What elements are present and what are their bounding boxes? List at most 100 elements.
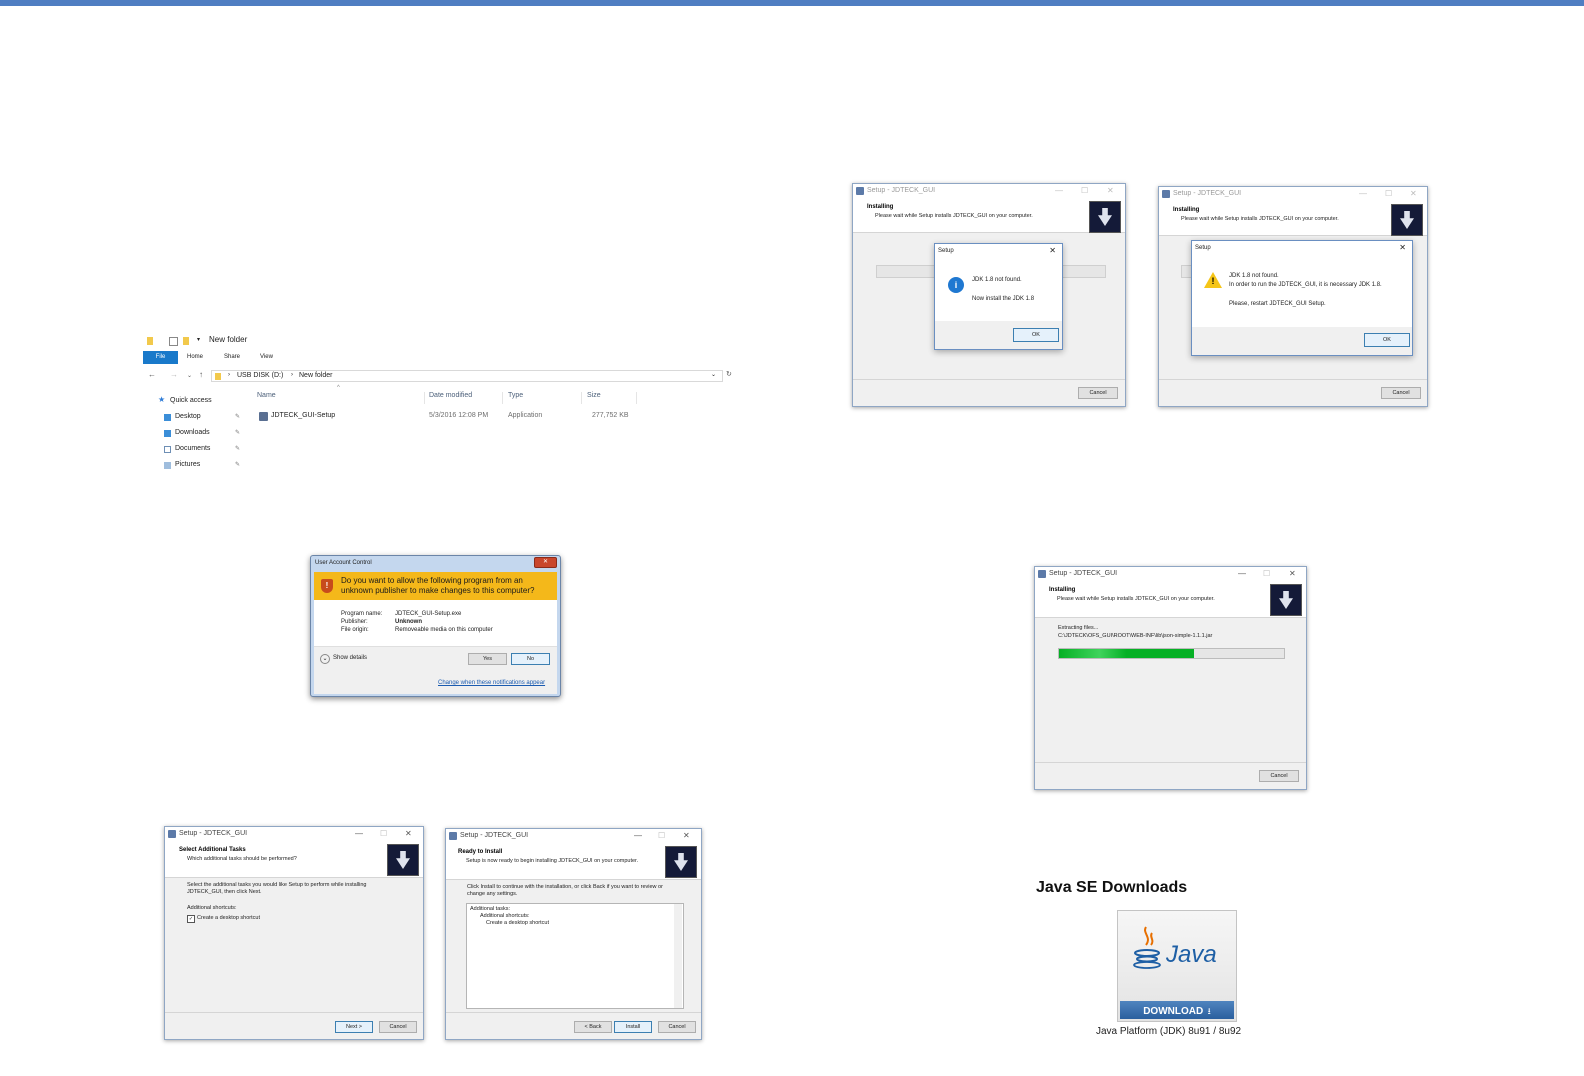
column-name[interactable]: Name — [257, 392, 276, 399]
summary-box[interactable]: Additional tasks: Additional shortcuts: … — [466, 903, 684, 1009]
wizard-subheading: Setup is now ready to begin installing J… — [466, 858, 639, 864]
minimize-icon[interactable]: — — [355, 827, 363, 841]
column-type[interactable]: Type — [508, 392, 523, 399]
column-date[interactable]: Date modified — [429, 392, 472, 399]
download-label: DOWNLOAD — [1143, 1006, 1204, 1017]
file-row[interactable]: JDTECK_GUI-Setup 5/3/2016 12:08 PM Appli… — [255, 411, 739, 423]
properties-icon[interactable] — [169, 337, 178, 346]
close-icon[interactable]: ✕ — [683, 829, 690, 843]
cancel-button[interactable]: Cancel — [379, 1021, 417, 1033]
show-details-toggle[interactable]: ⌄ Show details — [320, 654, 380, 664]
downloads-folder-icon — [164, 430, 171, 437]
summary-line-1: Additional tasks: — [470, 906, 511, 912]
pin-icon[interactable]: ✎ — [235, 429, 240, 436]
wizard-heading: Installing — [1049, 587, 1076, 593]
cancel-button[interactable]: Cancel — [1381, 387, 1421, 399]
ok-button[interactable]: OK — [1013, 328, 1059, 342]
forward-arrow-icon[interactable]: → — [170, 370, 178, 379]
cancel-button[interactable]: Cancel — [1078, 387, 1118, 399]
info-line-2: Now install the JDK 1.8 — [972, 296, 1035, 302]
up-arrow-icon[interactable]: ↑ — [199, 370, 203, 379]
minimize-icon[interactable]: — — [1359, 187, 1367, 201]
ok-button[interactable]: OK — [1364, 333, 1410, 347]
jdk-info-dialog: Setup ✕ i JDK 1.8 not found. Now install… — [934, 243, 1063, 350]
tab-view[interactable]: View — [260, 354, 273, 360]
maximize-icon[interactable]: ☐ — [1081, 184, 1088, 198]
nav-label: Desktop — [175, 413, 201, 420]
column-size[interactable]: Size — [587, 392, 601, 399]
notification-settings-link[interactable]: Change when these notifications appear — [438, 680, 545, 686]
setup-icon — [856, 187, 864, 195]
setup-ready-window: Setup - JDTECK_GUI — ☐ ✕ Ready to Instal… — [445, 828, 702, 1040]
scrollbar[interactable] — [674, 904, 682, 1008]
program-label: Program name: — [341, 611, 383, 617]
top-accent-bar — [0, 0, 1584, 6]
file-name: JDTECK_GUI-Setup — [271, 412, 336, 419]
pin-icon[interactable]: ✎ — [235, 445, 240, 452]
close-icon[interactable]: ✕ — [1289, 567, 1296, 581]
dropdown-arrow-icon[interactable]: ▾ — [197, 336, 200, 343]
pin-icon[interactable]: ✎ — [235, 461, 240, 468]
wizard-heading: Ready to Install — [458, 849, 503, 855]
back-arrow-icon[interactable]: ← — [148, 370, 156, 379]
wizard-footer: Next > Cancel — [165, 1012, 423, 1039]
nav-pictures[interactable]: Pictures ✎ — [164, 460, 244, 472]
refresh-icon[interactable]: ↻ — [726, 370, 732, 378]
breadcrumb-usb-disk[interactable]: USB DISK (D:) — [237, 372, 283, 379]
close-icon[interactable]: ✕ — [1049, 244, 1056, 258]
nav-documents[interactable]: Documents ✎ — [164, 444, 244, 456]
maximize-icon[interactable]: ☐ — [380, 827, 387, 841]
nav-desktop[interactable]: Desktop ✎ — [164, 412, 244, 424]
java-download-card[interactable]: Java DOWNLOAD ⭳ — [1117, 910, 1237, 1022]
back-button[interactable]: < Back — [574, 1021, 612, 1033]
tab-home[interactable]: Home — [187, 354, 203, 360]
maximize-icon[interactable]: ☐ — [1263, 567, 1270, 581]
minimize-icon[interactable]: — — [1238, 567, 1246, 581]
close-icon[interactable]: ✕ — [1107, 184, 1114, 198]
cancel-button[interactable]: Cancel — [1259, 770, 1299, 782]
uac-body: Program name: JDTECK_GUI-Setup.exe Publi… — [314, 600, 557, 694]
folder-icon[interactable] — [147, 337, 153, 345]
install-button[interactable]: Install — [614, 1021, 652, 1033]
close-icon[interactable]: ✕ — [1399, 241, 1406, 255]
download-button[interactable]: DOWNLOAD ⭳ — [1120, 1001, 1234, 1019]
extracting-label: Extracting files... — [1058, 625, 1099, 631]
cancel-button[interactable]: Cancel — [658, 1021, 696, 1033]
address-field[interactable]: › USB DISK (D:) › New folder ⌄ — [211, 370, 723, 382]
recent-dropdown-icon[interactable]: ⌄ — [187, 372, 192, 379]
tab-share[interactable]: Share — [224, 354, 240, 360]
origin-label: File origin: — [341, 627, 369, 633]
nav-label: Quick access — [170, 397, 212, 404]
close-icon[interactable]: ✕ — [405, 827, 412, 841]
nav-downloads[interactable]: Downloads ✎ — [164, 428, 244, 440]
close-button[interactable]: ✕ — [534, 557, 557, 568]
wizard-header: Installing Please wait while Setup insta… — [1159, 201, 1427, 236]
dialog-title-bar: Setup ✕ — [935, 244, 1062, 258]
setup-icon — [449, 832, 457, 840]
folder-icon — [215, 373, 221, 380]
yes-button[interactable]: Yes — [468, 653, 507, 665]
pin-icon[interactable]: ✎ — [235, 413, 240, 420]
wizard-footer: Cancel — [853, 379, 1125, 406]
uac-title: User Account Control — [315, 560, 372, 566]
desktop-shortcut-checkbox[interactable]: ✓ Create a desktop shortcut — [187, 915, 287, 924]
minimize-icon[interactable]: — — [634, 829, 642, 843]
breadcrumb-new-folder[interactable]: New folder — [299, 372, 332, 379]
installer-logo-icon — [387, 844, 419, 876]
tab-file[interactable]: File — [143, 351, 178, 364]
new-folder-icon[interactable] — [183, 337, 189, 345]
pictures-folder-icon — [164, 462, 171, 469]
address-dropdown-icon[interactable]: ⌄ — [711, 371, 716, 378]
close-icon[interactable]: ✕ — [1410, 187, 1417, 201]
wizard-header: Select Additional Tasks Which additional… — [165, 841, 423, 878]
window-title: Setup - JDTECK_GUI — [460, 832, 529, 839]
minimize-icon[interactable]: — — [1055, 184, 1063, 198]
no-button[interactable]: No — [511, 653, 550, 665]
maximize-icon[interactable]: ☐ — [1385, 187, 1392, 201]
java-cup-icon — [1133, 926, 1161, 969]
java-platform-caption[interactable]: Java Platform (JDK) 8u91 / 8u92 — [1096, 1026, 1241, 1037]
file-date: 5/3/2016 12:08 PM — [429, 412, 489, 419]
maximize-icon[interactable]: ☐ — [658, 829, 665, 843]
next-button[interactable]: Next > — [335, 1021, 373, 1033]
window-title: Setup - JDTECK_GUI — [1173, 190, 1242, 197]
